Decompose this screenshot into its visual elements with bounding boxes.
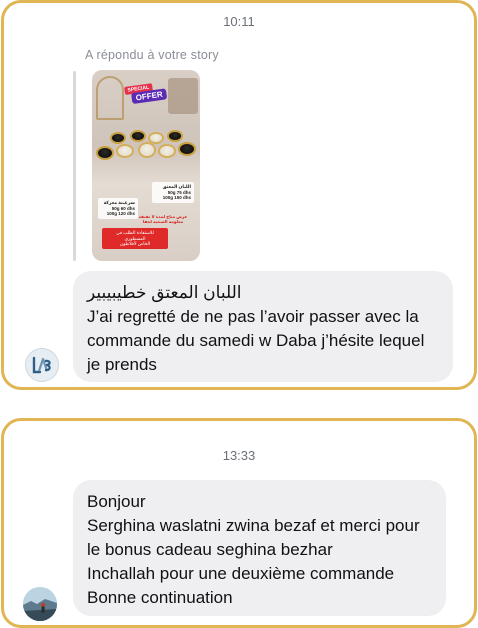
timestamp: 10:11 — [223, 14, 255, 29]
order-instruction-label: للاستفادة الطلب في المسطوري الخاص لأفلاط… — [102, 228, 168, 249]
message-text-arabic: اللبان المعتق خطيبيبير — [87, 283, 242, 302]
jar-dark — [167, 130, 183, 142]
brand-logo-avatar[interactable] — [25, 348, 59, 382]
jar-dark — [96, 146, 114, 160]
message-bubble[interactable]: Bonjour Serghina waslatni zwina bezaf et… — [73, 480, 446, 616]
message-text-line: Serghina waslatni zwina bezaf et merci p… — [87, 516, 420, 535]
jar-dark — [130, 130, 146, 142]
message-text-line: le bonus cadeau seghina bezhar — [87, 540, 333, 559]
message-text-line: Bonjour — [87, 492, 146, 511]
message-card-2: 13:33 Bonjour Serghina waslatni zwina be… — [1, 418, 477, 628]
jar-light — [138, 142, 156, 158]
brand-logo-icon — [26, 349, 58, 381]
special-offer-badge: SPECIAL OFFER — [120, 81, 174, 118]
jar-dark — [110, 132, 126, 144]
message-text-line: commande du samedi w Daba j’hésite leque… — [87, 331, 425, 350]
jar-dark — [178, 142, 196, 156]
user-photo-avatar[interactable] — [23, 587, 57, 621]
story-thumbnail[interactable]: SPECIAL OFFER سرغينة معزكة 50g 60 dhs 10… — [92, 70, 200, 261]
jar-light — [158, 144, 176, 158]
user-photo-icon — [23, 587, 57, 621]
jar-light — [116, 144, 134, 158]
story-reply-caption: A répondu à votre story — [85, 48, 219, 62]
timestamp: 13:33 — [222, 448, 256, 463]
message-text-line: Inchallah pour une deuxième commande — [87, 564, 395, 583]
quote-bar — [73, 71, 76, 261]
message-text-line: J’ai regretté de ne pas l’avoir passer a… — [87, 307, 419, 326]
offer-notice-text: عرض متاح لمدة لا تفتقد معلومة الصحية لحق… — [138, 214, 188, 224]
message-bubble[interactable]: اللبان المعتق خطيبيبير J’ai regretté de … — [73, 271, 453, 382]
price-label-right: اللبان المعتق 50g 75 dhs 100g 150 dhs — [152, 182, 194, 203]
message-text-line: Bonne continuation — [87, 588, 233, 607]
message-text-line: je prends — [87, 355, 157, 374]
lantern-decoration — [96, 76, 124, 120]
message-card-1: 10:11 A répondu à votre story SPECIAL OF… — [1, 0, 477, 390]
